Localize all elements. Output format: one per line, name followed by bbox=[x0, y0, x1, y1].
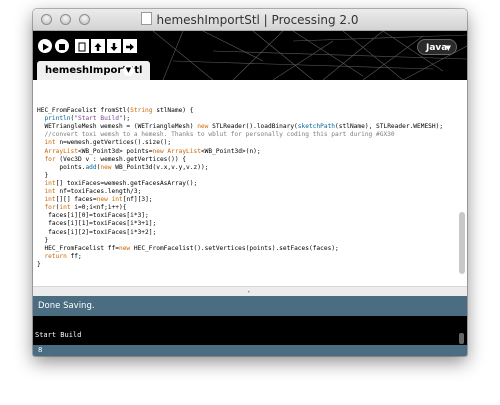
code-line: } bbox=[37, 236, 49, 244]
code-line: } bbox=[37, 260, 41, 268]
console-area[interactable]: Start Build bbox=[33, 316, 467, 345]
console-output: Start Build bbox=[35, 331, 82, 339]
open-icon bbox=[94, 43, 102, 51]
export-button[interactable] bbox=[123, 39, 137, 53]
divider-grip-icon: • bbox=[247, 289, 251, 296]
code-line: faces[i][1]=toxiFaces[i*3+1]; bbox=[37, 220, 157, 228]
status-message: Done Saving. bbox=[38, 301, 95, 311]
code-line: int[] toxiFaces=wemesh.getFacesAsArray()… bbox=[44, 179, 198, 187]
editor-scrollbar-thumb[interactable] bbox=[459, 212, 465, 274]
code-line: println("Start Build"); bbox=[44, 115, 131, 123]
code-line: for (Vec3D v : wemesh.getVertices()) { bbox=[44, 155, 187, 163]
code-line: //convert toxi wemsh to a hemesh. Thanks… bbox=[37, 131, 395, 139]
code-line: int n=wemesh.getVertices().size(); bbox=[44, 139, 172, 147]
line-number: 8 bbox=[38, 346, 43, 354]
save-icon bbox=[110, 43, 118, 51]
document-icon bbox=[141, 12, 153, 25]
code-line: points.add(new WB_Point3d(v.x,v.y,v.z)); bbox=[37, 163, 209, 171]
window-title-wrap: hemeshImportStl | Processing 2.0 bbox=[33, 12, 467, 27]
title-bar: hemeshImportStl | Processing 2.0 bbox=[33, 9, 467, 31]
tab-menu-arrow-icon: ▼ bbox=[125, 66, 132, 74]
play-icon bbox=[43, 43, 49, 51]
editor-console-divider[interactable]: • bbox=[33, 286, 467, 296]
code-line: ArrayList<WB_Point3d> points=new ArrayLi… bbox=[44, 147, 261, 155]
stop-icon bbox=[59, 44, 65, 50]
code-line: for(int i=0;i<nf;i++){ bbox=[44, 204, 127, 212]
code-line: } bbox=[37, 171, 49, 179]
processing-window: hemeshImportStl | Processing 2.0 Java ▼ … bbox=[33, 9, 467, 356]
code-line: faces[i][2]=toxiFaces[i*3+2]; bbox=[37, 228, 157, 236]
new-file-icon bbox=[78, 42, 86, 52]
open-button[interactable] bbox=[91, 39, 105, 53]
window-title: hemeshImportStl | Processing 2.0 bbox=[156, 13, 359, 27]
code-editor[interactable]: HEC_FromFacelist fromStl(String stlName)… bbox=[33, 80, 467, 296]
console-scrollbar-thumb[interactable] bbox=[459, 333, 464, 344]
new-button[interactable] bbox=[75, 39, 89, 53]
toolbar: Java ▼ hemeshImportStl ▼ bbox=[33, 31, 467, 80]
tab-menu-button[interactable]: ▼ bbox=[123, 65, 134, 76]
run-button[interactable] bbox=[38, 39, 52, 53]
code-lines: HEC_FromFacelist fromStl(String stlName)… bbox=[37, 99, 457, 269]
code-line: int[][] faces=new int[nf][3]; bbox=[44, 196, 153, 204]
status-bar: Done Saving. bbox=[33, 296, 467, 316]
code-line: return ff; bbox=[44, 252, 82, 260]
mode-label: Java bbox=[426, 43, 448, 53]
code-line: HEC_FromFacelist ff=new HEC_FromFacelist… bbox=[37, 244, 339, 252]
chevron-down-icon: ▼ bbox=[445, 44, 451, 52]
stop-button[interactable] bbox=[55, 39, 69, 53]
footer-bar: 8 bbox=[33, 345, 467, 356]
code-line: int nf=toxiFaces.length/3; bbox=[44, 188, 142, 196]
code-line: HEC_FromFacelist fromStl(String stlName)… bbox=[37, 107, 194, 115]
code-line: faces[i][0]=toxiFaces[i*3]; bbox=[37, 212, 149, 220]
code-line: WETriangleMesh wemesh = (WETriangleMesh)… bbox=[37, 123, 444, 131]
export-icon bbox=[126, 43, 134, 51]
mode-selector[interactable]: Java ▼ bbox=[417, 39, 457, 55]
save-button[interactable] bbox=[107, 39, 121, 53]
